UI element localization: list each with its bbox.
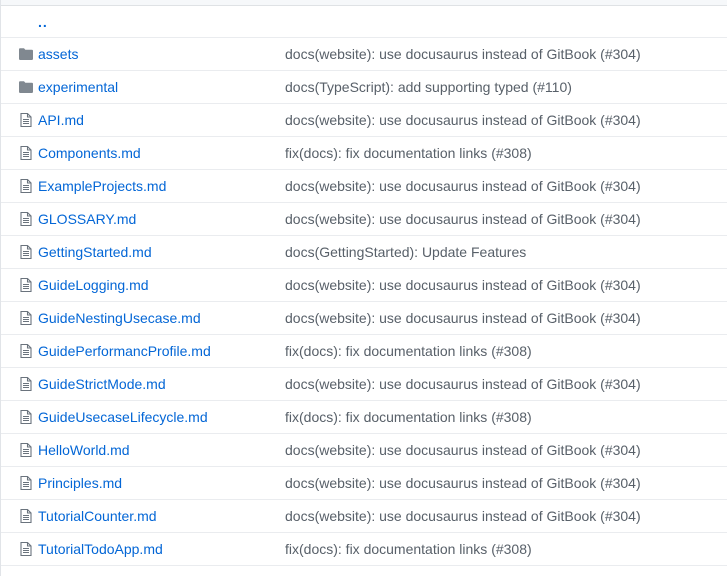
file-row[interactable]: GuideStrictMode.md docs(website): use doc… bbox=[1, 368, 727, 401]
file-row[interactable]: GuidePerformancProfile.md fix(docs): fix … bbox=[1, 335, 727, 368]
file-name-link[interactable]: GuideUsecaseLifecycle.md bbox=[38, 409, 208, 425]
file-text-icon bbox=[18, 112, 34, 128]
file-name-link[interactable]: HelloWorld.md bbox=[38, 442, 130, 458]
file-row[interactable]: TutorialCounter.md docs(website): use doc… bbox=[1, 500, 727, 533]
folder-icon bbox=[18, 46, 34, 62]
commit-message-link[interactable]: docs(website): use docusaurus instead of… bbox=[285, 277, 641, 293]
file-row[interactable]: GettingStarted.md docs(GettingStarted): U… bbox=[1, 236, 727, 269]
file-name-link[interactable]: API.md bbox=[38, 112, 84, 128]
file-row[interactable]: GuideNestingUsecase.md docs(website): use… bbox=[1, 302, 727, 335]
commit-message-link[interactable]: docs(website): use docusaurus instead of… bbox=[285, 508, 641, 524]
folder-icon bbox=[18, 79, 34, 95]
commit-message-link[interactable]: docs(website): use docusaurus instead of… bbox=[285, 211, 641, 227]
file-text-icon bbox=[18, 409, 34, 425]
file-name-link[interactable]: GuideNestingUsecase.md bbox=[38, 310, 201, 326]
commit-message-link[interactable]: docs(TypeScript): add supporting typed (… bbox=[285, 79, 572, 95]
commit-message-link[interactable]: docs(website): use docusaurus instead of… bbox=[285, 112, 641, 128]
commit-message-link[interactable]: docs(website): use docusaurus instead of… bbox=[285, 475, 641, 491]
file-text-icon bbox=[18, 277, 34, 293]
folder-name-link[interactable]: experimental bbox=[38, 79, 118, 95]
commit-message-link[interactable]: docs(website): use docusaurus instead of… bbox=[285, 442, 641, 458]
file-name-link[interactable]: TutorialTodoApp.md bbox=[38, 541, 163, 557]
file-text-icon bbox=[18, 244, 34, 260]
commit-message-link[interactable]: docs(website): use docusaurus instead of… bbox=[285, 376, 641, 392]
commit-message-link[interactable]: docs(GettingStarted): Update Features bbox=[285, 244, 526, 260]
file-text-icon bbox=[18, 541, 34, 557]
file-name-link[interactable]: Principles.md bbox=[38, 475, 122, 491]
commit-message-link[interactable]: fix(docs): fix documentation links (#308… bbox=[285, 343, 532, 359]
file-name-link[interactable]: GuideStrictMode.md bbox=[38, 376, 166, 392]
file-name-link[interactable]: GuideLogging.md bbox=[38, 277, 149, 293]
folder-row[interactable]: assets docs(website): use docusaurus inst… bbox=[1, 38, 727, 71]
file-rows: assets docs(website): use docusaurus inst… bbox=[1, 38, 727, 566]
file-name-link[interactable]: GuidePerformancProfile.md bbox=[38, 343, 211, 359]
file-row[interactable]: TutorialTodoApp.md fix(docs): fix documen… bbox=[1, 533, 727, 566]
file-name-link[interactable]: TutorialCounter.md bbox=[38, 508, 157, 524]
commit-message-link[interactable]: fix(docs): fix documentation links (#308… bbox=[285, 541, 532, 557]
commit-message-link[interactable]: docs(website): use docusaurus instead of… bbox=[285, 178, 641, 194]
file-row[interactable]: Principles.md docs(website): use docusaur… bbox=[1, 467, 727, 500]
file-text-icon bbox=[18, 310, 34, 326]
file-row[interactable]: ExampleProjects.md docs(website): use doc… bbox=[1, 170, 727, 203]
file-text-icon bbox=[18, 343, 34, 359]
folder-name-link[interactable]: assets bbox=[38, 46, 78, 62]
file-name-link[interactable]: ExampleProjects.md bbox=[38, 178, 166, 194]
parent-directory-link[interactable]: .. bbox=[38, 14, 48, 30]
parent-directory-row[interactable]: .. bbox=[1, 6, 727, 38]
file-text-icon bbox=[18, 475, 34, 491]
file-row[interactable]: Components.md fix(docs): fix documentatio… bbox=[1, 137, 727, 170]
file-list: .. assets docs(website): use docusaurus i… bbox=[0, 0, 727, 576]
file-text-icon bbox=[18, 178, 34, 194]
file-text-icon bbox=[18, 211, 34, 227]
file-text-icon bbox=[18, 145, 34, 161]
file-text-icon bbox=[18, 508, 34, 524]
file-name-link[interactable]: GettingStarted.md bbox=[38, 244, 152, 260]
file-name-link[interactable]: Components.md bbox=[38, 145, 141, 161]
file-row[interactable]: GLOSSARY.md docs(website): use docusaurus… bbox=[1, 203, 727, 236]
file-row[interactable]: API.md docs(website): use docusaurus inst… bbox=[1, 104, 727, 137]
commit-message-link[interactable]: fix(docs): fix documentation links (#308… bbox=[285, 145, 532, 161]
file-row[interactable]: GuideLogging.md docs(website): use docusa… bbox=[1, 269, 727, 302]
commit-message-link[interactable]: docs(website): use docusaurus instead of… bbox=[285, 310, 641, 326]
file-row[interactable]: HelloWorld.md docs(website): use docusaur… bbox=[1, 434, 727, 467]
commit-message-link[interactable]: fix(docs): fix documentation links (#308… bbox=[285, 409, 532, 425]
file-row[interactable]: GuideUsecaseLifecycle.md fix(docs): fix d… bbox=[1, 401, 727, 434]
file-text-icon bbox=[18, 442, 34, 458]
file-name-link[interactable]: GLOSSARY.md bbox=[38, 211, 136, 227]
folder-row[interactable]: experimental docs(TypeScript): add suppor… bbox=[1, 71, 727, 104]
file-text-icon bbox=[18, 376, 34, 392]
commit-message-link[interactable]: docs(website): use docusaurus instead of… bbox=[285, 46, 641, 62]
